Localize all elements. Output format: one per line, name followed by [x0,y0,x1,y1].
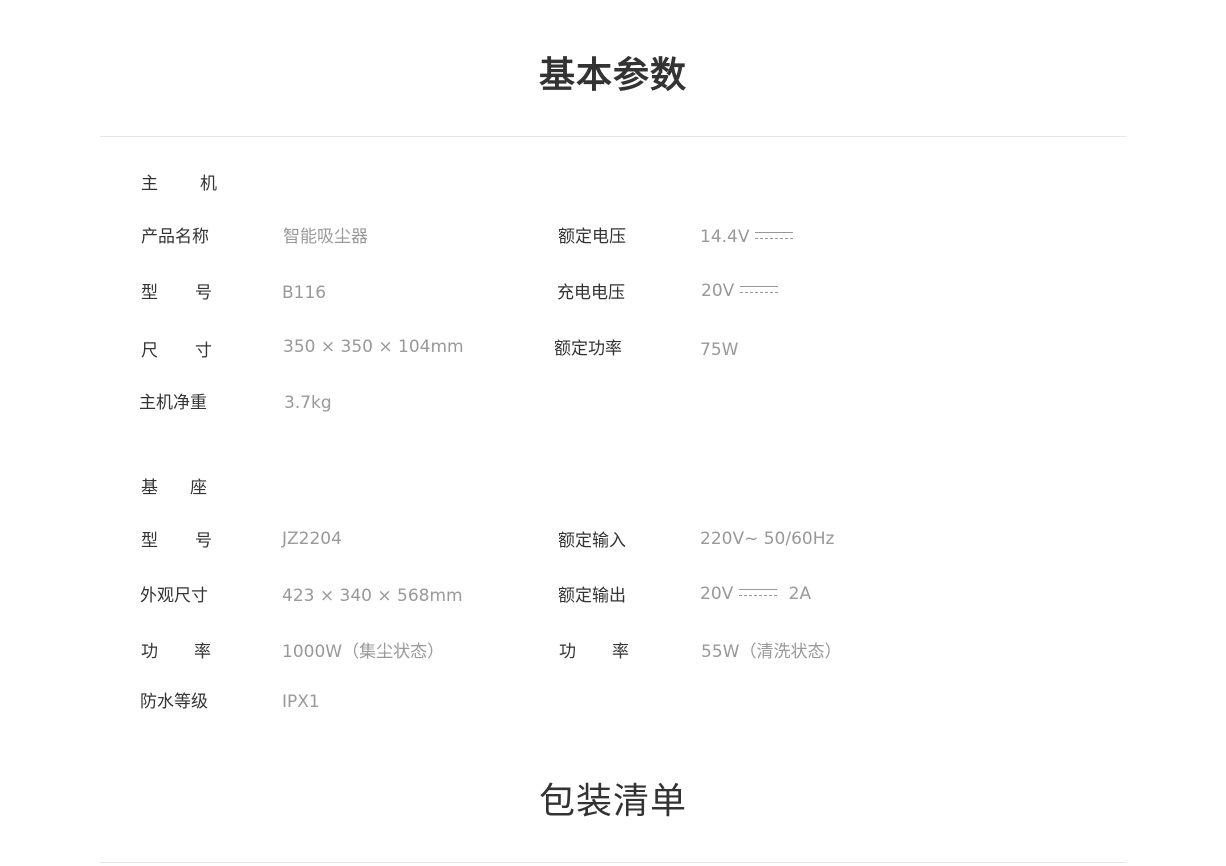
rated-voltage-text: 14.4V [700,227,750,247]
spec-value-net-weight: 3.7kg [284,393,332,413]
divider [100,136,1126,137]
label-char: 型 [141,531,158,551]
dc-current-symbol-icon [739,587,778,598]
spec-value-waterproof-rating: IPX1 [282,692,320,712]
spec-label-net-weight: 主机净重 [139,393,207,413]
group-label-char: 主 [141,174,158,194]
spec-value-product-name: 智能吸尘器 [283,227,368,247]
label-char: 寸 [195,341,212,361]
label-char: 尺 [141,341,158,361]
dc-current-symbol-icon [740,284,779,295]
rated-output-text: 20V [700,584,734,604]
group-label-char: 基 [141,478,158,498]
label-char: 功 [559,642,576,662]
label-char: 型 [141,283,158,303]
spec-label-product-name: 产品名称 [141,227,209,247]
label-char: 率 [194,642,211,662]
spec-label-model: 型 号 [141,281,212,305]
charging-voltage-text: 20V [701,281,735,301]
spec-label-rated-input: 额定输入 [558,531,626,551]
dc-current-symbol-icon [755,230,794,241]
spec-label-exterior-dimensions: 外观尺寸 [140,586,208,606]
section-title-package-list: 包装清单 [538,781,687,822]
spec-value-base-model: JZ2204 [282,529,342,549]
divider [100,862,1126,863]
spec-value-power-collecting: 1000W（集尘状态） [282,642,445,662]
label-char: 功 [141,642,158,662]
spec-value-dimensions: 350 × 350 × 104mm [283,337,464,357]
rated-output-current: 2A [788,584,812,604]
group-label-host: 主 机 [141,169,217,194]
label-char: 号 [195,283,212,303]
spec-value-rated-input: 220V~ 50/60Hz [700,529,835,549]
group-label-base: 基 座 [141,473,207,498]
spec-value-rated-output: 20V 2A [700,582,811,606]
spec-value-rated-voltage: 14.4V [700,225,794,249]
spec-value-exterior-dimensions: 423 × 340 × 568mm [282,586,463,606]
spec-label-rated-voltage: 额定电压 [558,227,626,247]
group-label-char: 机 [200,174,217,194]
spec-label-base-model: 型 号 [141,529,212,553]
section-title-basic-params: 基本参数 [538,55,687,96]
spec-label-charging-voltage: 充电电压 [557,283,625,303]
spec-value-power-cleaning: 55W（清洗状态） [701,642,842,662]
spec-label-dimensions: 尺 寸 [141,339,212,363]
spec-label-waterproof-rating: 防水等级 [140,692,208,712]
spec-label-power: 功 率 [141,640,211,664]
spec-label-power-cleaning: 功 率 [559,640,629,664]
spec-label-rated-power: 额定功率 [554,339,622,359]
spec-label-rated-output: 额定输出 [558,586,626,606]
label-char: 号 [195,531,212,551]
spec-value-rated-power: 75W [700,340,739,360]
spec-value-model: B116 [282,283,327,303]
label-char: 率 [612,642,629,662]
group-label-char: 座 [190,478,207,498]
spec-value-charging-voltage: 20V [701,279,779,303]
